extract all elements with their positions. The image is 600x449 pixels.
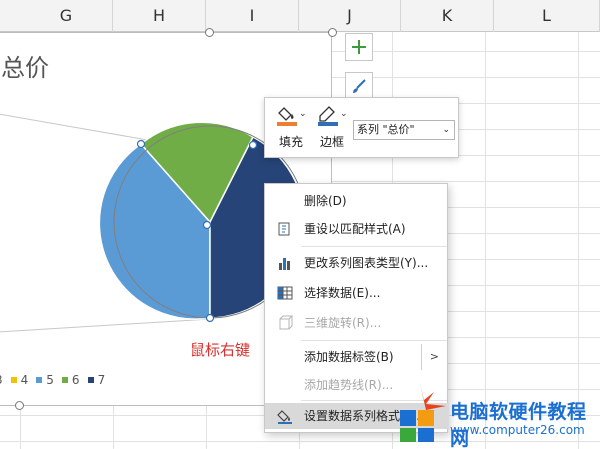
watermark-logo xyxy=(400,384,446,442)
svg-text:⌄: ⌄ xyxy=(299,109,307,119)
legend-label: 6 xyxy=(71,373,80,387)
menu-item-label: 删除(D) xyxy=(304,194,347,208)
legend-swatch xyxy=(10,377,17,383)
menu-item-label: 添加数据标签(B) xyxy=(304,350,394,364)
reset-style-icon xyxy=(278,222,290,236)
menu-item-delete[interactable]: 删除(D) xyxy=(265,188,449,214)
menu-item-label: 重设以匹配样式(A) xyxy=(304,222,406,236)
fill-button[interactable]: ⌄ 填充 xyxy=(271,104,311,150)
column-header-row: G H I J K L xyxy=(0,0,600,32)
menu-item-label: 选择数据(E)... xyxy=(304,286,381,300)
fill-label: 填充 xyxy=(278,135,303,149)
legend-label: 3 xyxy=(0,373,3,387)
mini-format-toolbar: ⌄ 填充 ⌄ 边框 系列 "总价" ⌄ xyxy=(264,97,459,158)
column-header-g[interactable]: G xyxy=(20,0,113,32)
menu-item-label: 更改系列图表类型(Y)... xyxy=(304,256,429,270)
select-data-icon xyxy=(277,286,293,300)
legend-item: 7 xyxy=(87,373,106,387)
legend-label: 7 xyxy=(97,373,106,387)
menu-item-reset-style[interactable]: 重设以匹配样式(A) xyxy=(265,216,449,242)
legend-label: 5 xyxy=(46,373,54,387)
series-select-value: 系列 "总价" xyxy=(357,123,415,136)
series-select[interactable]: 系列 "总价" ⌄ xyxy=(353,120,455,140)
svg-text:⌄: ⌄ xyxy=(340,109,348,119)
rotate-3d-icon xyxy=(279,315,293,330)
chevron-down-icon: ⌄ xyxy=(442,125,450,135)
border-button[interactable]: ⌄ 边框 xyxy=(312,104,352,150)
menu-item-label: 三维旋转(R)... xyxy=(304,316,382,330)
chevron-right-icon: > xyxy=(420,344,439,370)
selection-handle[interactable] xyxy=(248,140,258,150)
pen-icon: ⌄ xyxy=(318,106,348,126)
watermark-url: www.computer26.com xyxy=(450,423,585,437)
column-header-l[interactable]: L xyxy=(494,0,600,32)
column-header-k[interactable]: K xyxy=(401,0,494,32)
brush-icon xyxy=(353,79,366,93)
selection-handle[interactable] xyxy=(136,139,146,149)
column-header-i[interactable]: I xyxy=(206,0,299,32)
menu-item-label: 添加趋势线(R)... xyxy=(304,378,394,392)
annotation-text: 鼠标右键 xyxy=(190,341,251,359)
legend-item: 6 xyxy=(61,373,80,387)
menu-separator xyxy=(301,246,447,247)
chart-resize-handle[interactable] xyxy=(15,401,24,410)
column-header-h[interactable]: H xyxy=(113,0,206,32)
plus-icon xyxy=(352,40,366,54)
selection-handle[interactable] xyxy=(202,220,212,230)
selection-handle[interactable] xyxy=(205,313,215,323)
menu-item-change-chart-type[interactable]: 更改系列图表类型(Y)... xyxy=(265,250,449,276)
legend-swatch xyxy=(61,377,68,383)
legend-item: 5 xyxy=(36,373,54,387)
legend-swatch xyxy=(36,377,43,383)
chart-resize-handle[interactable] xyxy=(328,28,337,37)
menu-item-add-data-labels[interactable]: 添加数据标签(B) > xyxy=(265,344,449,370)
column-header-j[interactable]: J xyxy=(299,0,401,32)
chart-type-icon xyxy=(279,258,290,270)
border-label: 边框 xyxy=(319,135,344,149)
legend-item: 3 xyxy=(0,373,3,387)
fill-bucket-icon: ⌄ xyxy=(277,107,307,126)
menu-separator xyxy=(301,340,447,341)
legend-swatch xyxy=(87,377,94,383)
menu-item-3d-rotation[interactable]: 三维旋转(R)... xyxy=(265,310,449,336)
chart-elements-button[interactable] xyxy=(345,33,373,61)
format-series-icon xyxy=(277,410,292,424)
menu-item-select-data[interactable]: 选择数据(E)... xyxy=(265,280,449,306)
chart-legend[interactable]: 3 4 5 6 7 xyxy=(0,373,105,387)
legend-item: 4 xyxy=(10,373,29,387)
legend-label: 4 xyxy=(20,373,29,387)
chart-styles-button[interactable] xyxy=(345,72,373,100)
leader-line-bottom xyxy=(0,318,212,333)
chart-resize-handle[interactable] xyxy=(205,28,214,37)
